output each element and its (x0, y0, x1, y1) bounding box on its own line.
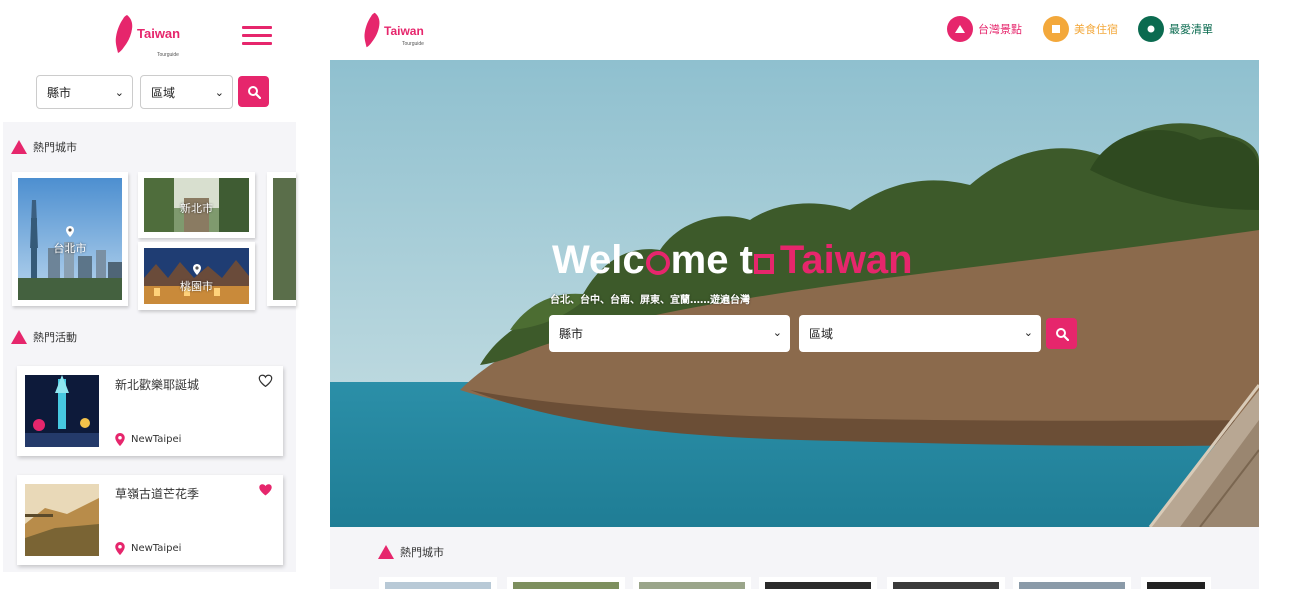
section-title: 熱門城市 (400, 546, 444, 559)
city-card-partial[interactable] (267, 172, 296, 306)
nav-label: 最愛清單 (1169, 23, 1213, 36)
hero-search-button[interactable] (1046, 318, 1077, 349)
section-title: 熱門城市 (33, 141, 77, 154)
city-card-newtaipei[interactable]: 新北市 (138, 172, 255, 238)
section-title: 熱門活動 (33, 331, 77, 344)
hero-subtitle: 台北、台中、台南、屏東、宜蘭……遊遍台灣 (550, 295, 750, 306)
area-select-value: 區域 (809, 327, 834, 341)
event-card[interactable]: 草嶺古道芒花季 NewTaipei (17, 475, 283, 565)
county-select-value: 縣市 (559, 327, 584, 341)
city-thumb[interactable] (507, 577, 625, 589)
city-card-taipei[interactable]: 台北市 (12, 172, 128, 306)
location-pin-icon (66, 226, 74, 237)
heart-outline-icon[interactable] (258, 374, 273, 387)
chevron-down-icon: ⌄ (114, 86, 124, 99)
brand-name: Taiwan (137, 26, 181, 41)
nav-food-lodging[interactable]: 美食住宿 (1043, 16, 1118, 42)
menu-hamburger-icon[interactable] (242, 26, 272, 46)
triangle-icon (11, 330, 27, 344)
desktop-view: Taiwan Tourguide 台灣景點 美食住宿 最愛清單 Welc me … (330, 0, 1259, 589)
hero-area-select[interactable]: 區域 ⌄ (799, 315, 1041, 352)
area-select[interactable]: 區域 ⌄ (140, 75, 233, 109)
county-select-value: 縣市 (47, 85, 72, 100)
county-select[interactable]: 縣市 ⌄ (36, 75, 133, 109)
city-thumb[interactable] (759, 577, 877, 589)
mobile-content: 熱門城市 台北市 新北市 桃園市 熱門活動 新北歡樂耶誕城 NewTaipei … (3, 122, 296, 572)
mobile-view: Taiwan Tourguide 縣市 ⌄ 區域 ⌄ 熱門城市 台北市 新北市 … (3, 0, 296, 572)
popular-events-heading: 熱門活動 (11, 329, 77, 345)
location-pin-icon (192, 264, 201, 275)
taiwan-island-icon (115, 15, 133, 53)
area-select-value: 區域 (151, 85, 176, 100)
nav-attractions[interactable]: 台灣景點 (947, 16, 1022, 42)
city-thumb[interactable] (633, 577, 751, 589)
event-card[interactable]: 新北歡樂耶誕城 NewTaipei (17, 366, 283, 456)
city-label: 桃園市 (180, 280, 213, 293)
event-location-text: NewTaipei (131, 543, 182, 554)
brand-tagline: Tourguide (402, 41, 424, 47)
nav-label: 美食住宿 (1074, 23, 1118, 36)
hero-banner: Welc me t Taiwan 台北、台中、台南、屏東、宜蘭……遊遍台灣 縣市 ⌄… (330, 60, 1259, 527)
circle-mark-icon (645, 251, 670, 275)
event-photo (25, 375, 99, 447)
event-location-text: NewTaipei (131, 434, 182, 445)
hero-title-part: Taiwan (779, 238, 913, 282)
popular-cities-heading: 熱門城市 (378, 544, 444, 560)
circle-icon (1138, 16, 1164, 42)
hero-county-select[interactable]: 縣市 ⌄ (549, 315, 790, 352)
chevron-down-icon: ⌄ (1023, 326, 1033, 339)
event-location: NewTaipei (115, 542, 181, 555)
city-photo (18, 178, 122, 300)
popular-cities-section: 熱門城市 (330, 527, 1259, 589)
location-pin-icon (115, 542, 125, 555)
city-photo (144, 248, 249, 304)
taiwan-island-icon (364, 12, 380, 48)
event-location: NewTaipei (115, 433, 181, 446)
mobile-header: Taiwan Tourguide 縣市 ⌄ 區域 ⌄ (3, 0, 296, 122)
triangle-icon (378, 545, 394, 559)
city-thumb[interactable] (887, 577, 1005, 589)
search-button[interactable] (238, 76, 269, 107)
nav-favorites[interactable]: 最愛清單 (1138, 16, 1213, 42)
square-mark-icon (753, 254, 774, 274)
search-icon (1055, 327, 1069, 341)
brand-name: Taiwan (384, 24, 424, 38)
chevron-down-icon: ⌄ (772, 326, 782, 339)
hero-photo (330, 60, 1259, 527)
city-label: 新北市 (180, 202, 213, 215)
brand-logo[interactable]: Taiwan Tourguide (113, 14, 181, 58)
event-photo (25, 484, 99, 556)
nav-label: 台灣景點 (978, 23, 1022, 36)
hero-title-part: Welc (552, 238, 645, 282)
city-photo (273, 178, 296, 300)
event-title: 草嶺古道芒花季 (115, 487, 200, 501)
location-pin-icon (115, 433, 125, 446)
city-card-taoyuan[interactable]: 桃園市 (138, 242, 255, 310)
triangle-icon (11, 140, 27, 154)
event-title: 新北歡樂耶誕城 (115, 378, 200, 392)
search-icon (247, 85, 261, 99)
city-thumb[interactable] (1013, 577, 1131, 589)
triangle-icon (947, 16, 973, 42)
city-thumb[interactable] (1141, 577, 1211, 589)
brand-tagline: Tourguide (157, 52, 179, 58)
hero-title-part: me t (670, 238, 753, 282)
popular-cities-heading: 熱門城市 (11, 139, 77, 155)
hero-title: Welc me t Taiwan (552, 238, 913, 283)
square-icon (1043, 16, 1069, 42)
brand-logo[interactable]: Taiwan Tourguide (362, 11, 424, 49)
chevron-down-icon: ⌄ (214, 86, 224, 99)
city-thumb[interactable] (379, 577, 497, 589)
city-label: 台北市 (53, 242, 87, 255)
heart-filled-icon[interactable] (258, 483, 273, 496)
